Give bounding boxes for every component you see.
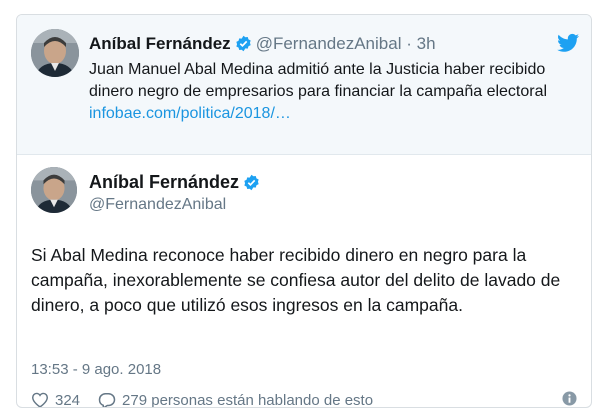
parent-tweet[interactable]: Aníbal Fernández @FernandezAnibal · 3h Ju… [17, 15, 591, 155]
tweet-timestamp[interactable]: 13:53 - 9 ago. 2018 [31, 361, 161, 378]
conversation-button[interactable]: 279 personas están hablando de esto [98, 391, 374, 408]
author-name-row: Aníbal Fernández [89, 171, 264, 193]
tweet-card: Aníbal Fernández @FernandezAnibal · 3h Ju… [16, 14, 592, 408]
tweet-time[interactable]: 3h [417, 34, 436, 53]
author-name[interactable]: Aníbal Fernández [89, 34, 231, 53]
author-handle[interactable]: @FernandezAnibal [256, 34, 402, 53]
conversation-text: 279 personas están hablando de esto [122, 391, 374, 408]
avatar[interactable] [31, 29, 79, 77]
like-button[interactable]: 324 [31, 391, 81, 408]
twitter-bird-icon[interactable] [557, 33, 579, 53]
separator-dot: · [406, 34, 412, 53]
parent-tweet-body: Juan Manuel Abal Medina admitió ante la … [89, 61, 548, 100]
parent-tweet-header: Aníbal Fernández @FernandezAnibal · 3h [89, 33, 551, 55]
tweet-actions: 324 279 personas están hablando de esto [31, 390, 577, 408]
like-count: 324 [55, 391, 81, 408]
main-tweet: Aníbal Fernández @FernandezAnibal Si Aba… [17, 155, 591, 408]
speech-bubble-icon [98, 392, 116, 407]
article-link[interactable]: infobae.com/politica/2018/… [89, 105, 291, 122]
author-handle[interactable]: @FernandezAnibal [89, 195, 226, 215]
parent-tweet-text: Juan Manuel Abal Medina admitió ante la … [89, 59, 577, 125]
info-icon[interactable] [562, 391, 577, 406]
avatar[interactable] [31, 167, 77, 213]
author-name[interactable]: Aníbal Fernández [89, 172, 239, 192]
tweet-text: Si Abal Medina reconoce haber recibido d… [31, 245, 561, 315]
verified-badge-icon [243, 174, 260, 191]
verified-badge-icon [235, 35, 252, 52]
heart-icon [31, 392, 49, 407]
